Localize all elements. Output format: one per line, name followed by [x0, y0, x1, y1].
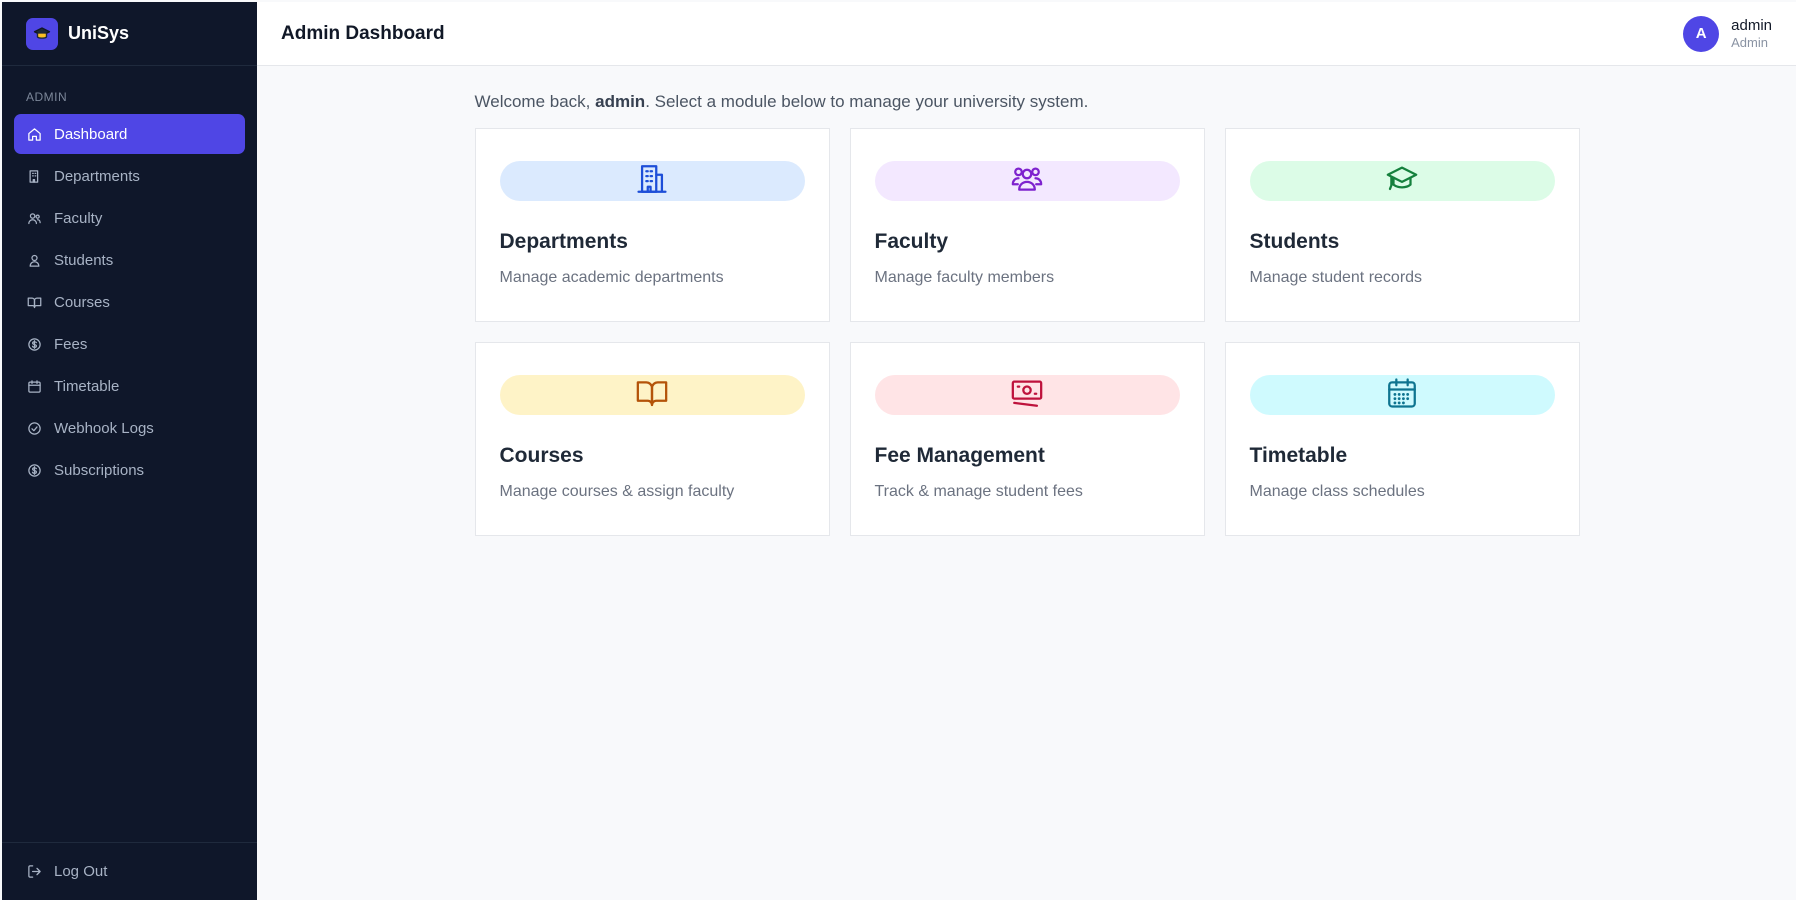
top-bar: Admin Dashboard A admin Admin — [257, 2, 1796, 66]
book-open-icon — [635, 376, 669, 415]
logout-icon — [26, 864, 42, 880]
card-description: Manage academic departments — [499, 269, 724, 286]
check-circle-icon — [26, 420, 42, 436]
sidebar-item-webhook-logs[interactable]: Webhook Logs — [14, 408, 245, 448]
sidebar-item-label: Subscriptions — [54, 461, 145, 479]
card-students[interactable]: Students Manage student records — [1224, 128, 1580, 322]
card-title: Departments — [499, 230, 628, 253]
graduation-cap-icon — [26, 17, 58, 50]
page-title: Admin Dashboard — [281, 22, 445, 44]
card-departments[interactable]: Departments Manage academic departments — [474, 128, 830, 322]
card-title: Timetable — [1249, 444, 1348, 467]
card-description: Manage student records — [1249, 269, 1423, 286]
user-info: admin Admin — [1731, 16, 1772, 51]
user-icon — [26, 252, 42, 268]
card-timetable[interactable]: Timetable Manage class schedules — [1224, 342, 1580, 536]
sidebar-item-subscriptions[interactable]: Subscriptions — [14, 450, 245, 490]
logout-button[interactable]: Log Out — [14, 852, 245, 892]
sidebar: UniSys ADMIN Dashboard Departments Facul… — [2, 2, 257, 900]
user-menu[interactable]: A admin Admin — [1683, 15, 1772, 52]
calendar-icon — [26, 378, 42, 394]
sidebar-item-label: Departments — [54, 167, 140, 185]
sidebar-item-faculty[interactable]: Faculty — [14, 198, 245, 238]
sidebar-section-label: ADMIN — [26, 90, 68, 104]
welcome-suffix: . Select a module below to manage your u… — [645, 92, 1089, 111]
card-icon-pill — [499, 375, 805, 415]
sidebar-item-dashboard[interactable]: Dashboard — [14, 114, 245, 154]
home-icon — [26, 126, 42, 142]
sidebar-item-label: Webhook Logs — [54, 419, 154, 437]
graduation-cap-icon — [1385, 162, 1419, 201]
sidebar-nav: Dashboard Departments Faculty Students C… — [2, 114, 257, 490]
building-icon — [26, 168, 42, 184]
card-description: Manage courses & assign faculty — [499, 483, 735, 500]
card-icon-pill — [1249, 375, 1555, 415]
module-grid: Departments Manage academic departments … — [474, 128, 1580, 536]
main-content: Welcome back, admin. Select a module bel… — [257, 66, 1796, 900]
welcome-username: admin — [595, 92, 646, 111]
card-icon-pill — [874, 375, 1180, 415]
sidebar-item-timetable[interactable]: Timetable — [14, 366, 245, 406]
card-icon-pill — [499, 161, 805, 201]
banknote-icon — [1010, 376, 1044, 415]
sidebar-item-departments[interactable]: Departments — [14, 156, 245, 196]
card-courses[interactable]: Courses Manage courses & assign faculty — [474, 342, 830, 536]
card-description: Manage class schedules — [1249, 483, 1425, 500]
avatar[interactable]: A — [1683, 15, 1720, 52]
sidebar-item-label: Timetable — [54, 377, 120, 395]
welcome-prefix: Welcome back, — [474, 92, 596, 111]
sidebar-item-label: Fees — [54, 335, 88, 353]
book-open-icon — [26, 294, 42, 310]
dashboard-container: Welcome back, admin. Select a module bel… — [474, 66, 1580, 536]
sidebar-item-label: Students — [54, 251, 114, 269]
card-description: Manage faculty members — [874, 269, 1055, 286]
card-title: Courses — [499, 444, 584, 467]
sidebar-item-students[interactable]: Students — [14, 240, 245, 280]
welcome-message: Welcome back, admin. Select a module bel… — [475, 92, 1579, 116]
card-title: Faculty — [874, 230, 949, 253]
card-fee-management[interactable]: Fee Management Track & manage student fe… — [849, 342, 1205, 536]
card-icon-pill — [874, 161, 1180, 201]
user-role: Admin — [1731, 35, 1768, 50]
card-faculty[interactable]: Faculty Manage faculty members — [849, 128, 1205, 322]
users-icon — [26, 210, 42, 226]
sidebar-footer: Log Out — [2, 842, 257, 900]
calendar-icon — [1385, 376, 1419, 415]
users-icon — [1010, 162, 1044, 201]
dollar-circle-icon — [26, 462, 42, 478]
logout-label: Log Out — [54, 863, 108, 880]
card-description: Track & manage student fees — [874, 483, 1083, 500]
card-title: Students — [1249, 230, 1340, 253]
sidebar-item-fees[interactable]: Fees — [14, 324, 245, 364]
brand-name: UniSys — [68, 23, 130, 43]
sidebar-item-courses[interactable]: Courses — [14, 282, 245, 322]
card-title: Fee Management — [874, 444, 1045, 467]
sidebar-item-label: Faculty — [54, 209, 103, 227]
dollar-circle-icon — [26, 336, 42, 352]
brand[interactable]: UniSys — [2, 2, 257, 66]
sidebar-item-label: Courses — [54, 293, 110, 311]
building-icon — [635, 162, 669, 201]
card-icon-pill — [1249, 161, 1555, 201]
user-name: admin — [1731, 17, 1772, 34]
sidebar-item-label: Dashboard — [54, 125, 128, 143]
